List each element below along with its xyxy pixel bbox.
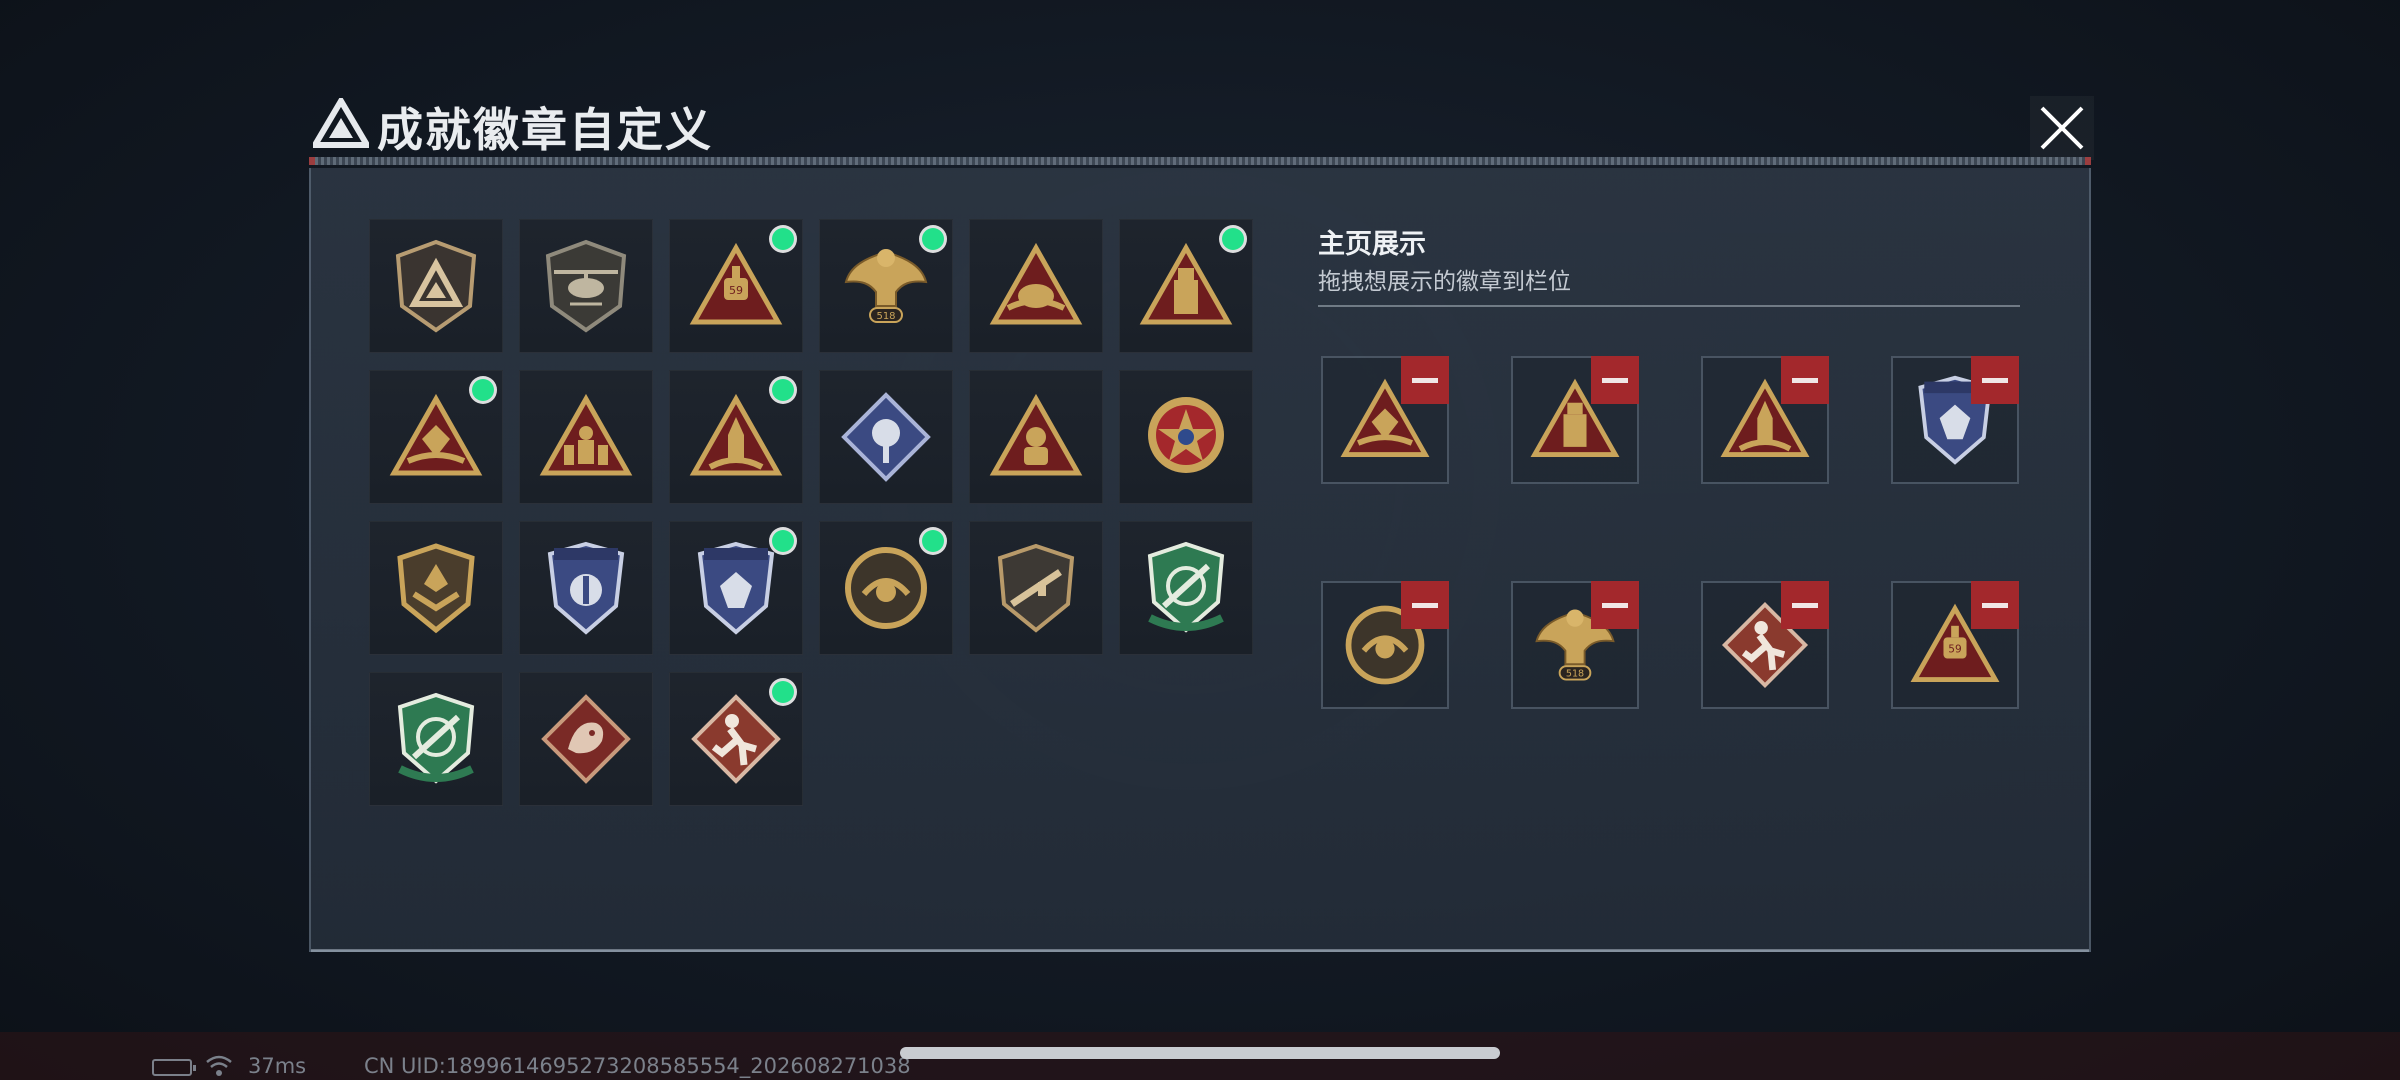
new-indicator-dot [772,228,794,250]
minus-icon [1982,602,2008,608]
minus-icon [1792,377,1818,383]
badge-cell[interactable] [1119,219,1253,353]
gold-triangle-astronaut-badge-icon [989,393,1083,476]
badge-cell[interactable] [369,672,503,806]
showcase-slot[interactable]: 518 [1511,581,1639,709]
remove-badge-button[interactable] [1401,356,1449,404]
showcase-slot[interactable] [1321,581,1449,709]
new-indicator-dot [772,379,794,401]
red-diamond-runner-badge-icon [691,694,781,784]
badge-cell[interactable] [669,370,803,504]
remove-badge-button[interactable] [1781,581,1829,629]
new-indicator-dot [1222,228,1244,250]
new-indicator-dot [472,379,494,401]
new-indicator-dot [772,530,794,552]
badge-cell[interactable] [1119,521,1253,655]
svg-text:518: 518 [876,311,895,322]
gold-shield-rifle-badge-icon [997,543,1075,633]
new-indicator-dot [922,530,944,552]
showcase-slot[interactable] [1701,356,1829,484]
showcase-slot[interactable] [1321,356,1449,484]
minus-icon [1412,377,1438,383]
svg-text:518: 518 [1566,669,1584,680]
badge-cell[interactable] [519,521,653,655]
badge-cell[interactable] [819,370,953,504]
showcase-slot[interactable]: 59 [1891,581,2019,709]
blue-shield-crystal-badge-icon [697,541,775,635]
ping-text: 37ms [248,1054,307,1078]
badge-cell[interactable] [369,219,503,353]
svg-text:59: 59 [729,284,743,297]
header-divider [309,157,2091,165]
minus-icon [1982,377,2008,383]
remove-badge-button[interactable] [1971,356,2019,404]
gold-round-pearl-badge-icon [845,547,927,629]
gold-shield-chevron-badge-icon [397,543,475,634]
red-star-medal-badge-icon [1148,397,1224,473]
dialog-title: 成就徽章自定义 [377,103,713,157]
badge-cell[interactable] [519,672,653,806]
close-icon [2040,106,2084,150]
badge-cell[interactable] [369,370,503,504]
badge-cell[interactable] [1119,370,1253,504]
green-shield-sniper-badge-icon [1147,541,1225,633]
minus-icon [1602,602,1628,608]
gold-triangle-usb-badge-icon [1139,242,1233,325]
uid-text: CN UID:1899614695273208585554_2026082710… [364,1054,911,1078]
minus-icon [1792,602,1818,608]
badge-cell[interactable] [519,370,653,504]
gold-triangle-soldiers-badge-icon [539,393,633,476]
new-indicator-dot [772,681,794,703]
gold-triangle-rocket-badge-icon [689,393,783,476]
remove-badge-button[interactable] [1781,356,1829,404]
blue-diamond-rose-badge-icon [841,392,931,482]
badge-cell[interactable]: 59 [669,219,803,353]
minus-icon [1602,377,1628,383]
gold-triangle-hands-badge-icon [989,242,1083,325]
remove-badge-button[interactable] [1401,581,1449,629]
showcase-subtitle: 拖拽想展示的徽章到栏位 [1318,269,1571,295]
badge-cell[interactable] [669,521,803,655]
minus-icon [1412,602,1438,608]
red-diamond-dragon-badge-icon [541,694,631,784]
showcase-slot[interactable] [1891,356,2019,484]
badge-cell[interactable] [669,672,803,806]
showcase-title: 主页展示 [1318,229,1426,260]
badge-cell[interactable] [969,521,1103,655]
badge-cell[interactable] [969,370,1103,504]
blue-shield-emblem-badge-icon [547,541,625,635]
showcase-slot[interactable] [1511,356,1639,484]
green-shield-knife-badge-icon [397,692,475,784]
svg-text:59: 59 [1948,644,1961,656]
phoenix-518-badge-icon: 518 [844,249,928,323]
showcase-slot[interactable] [1701,581,1829,709]
remove-badge-button[interactable] [1591,356,1639,404]
badge-cell[interactable] [819,521,953,655]
gold-triangle-crystal-badge-icon [389,393,483,476]
badge-cell[interactable] [369,521,503,655]
shield-triangle-badge-icon [395,239,477,333]
close-button[interactable] [2030,96,2094,160]
badge-cell[interactable] [969,219,1103,353]
showcase-divider [1318,305,2020,307]
gold-triangle-59-badge-icon: 59 [689,242,783,325]
new-indicator-dot [922,228,944,250]
badge-cell[interactable] [519,219,653,353]
triangle-logo-icon [313,98,369,148]
wifi-icon [206,1055,232,1076]
home-indicator[interactable] [900,1047,1500,1059]
remove-badge-button[interactable] [1591,581,1639,629]
remove-badge-button[interactable] [1971,581,2019,629]
badge-cell[interactable]: 518 [819,219,953,353]
helicopter-badge-icon [545,239,627,333]
battery-icon [152,1059,196,1076]
